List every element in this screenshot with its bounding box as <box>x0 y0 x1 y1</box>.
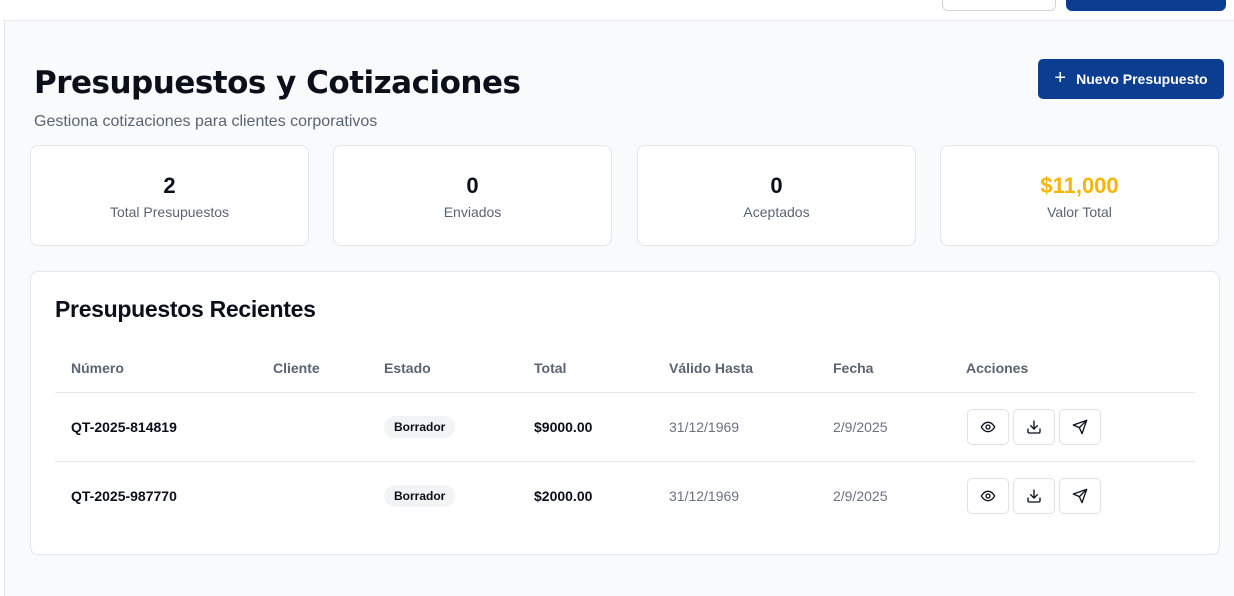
status-badge: Borrador <box>384 485 456 507</box>
view-quote-button[interactable] <box>967 478 1009 514</box>
column-header-cliente: Cliente <box>273 360 320 376</box>
stat-card-sent: 0 Enviados <box>333 145 612 246</box>
table-divider <box>55 461 1195 462</box>
download-icon <box>1027 489 1041 503</box>
view-quote-button[interactable] <box>967 409 1009 445</box>
stat-value: $11,000 <box>1040 173 1119 198</box>
column-header-fecha: Fecha <box>833 360 874 376</box>
eye-icon <box>980 421 996 433</box>
quote-total: $9000.00 <box>534 419 593 435</box>
quote-valid-until: 31/12/1969 <box>669 488 740 504</box>
panel-title: Presupuestos Recientes <box>55 296 316 322</box>
download-quote-button[interactable] <box>1013 478 1055 514</box>
send-icon <box>1072 419 1088 435</box>
column-header-total: Total <box>534 360 567 376</box>
recent-quotes-panel: Presupuestos Recientes Número Cliente Es… <box>30 271 1220 555</box>
stat-card-total-value: $11,000 Valor Total <box>940 145 1219 246</box>
stat-label: Enviados <box>443 204 502 220</box>
quote-valid-until: 31/12/1969 <box>669 419 740 435</box>
new-quote-button[interactable]: + Nuevo Presupuesto <box>1038 59 1224 99</box>
send-quote-button[interactable] <box>1059 478 1101 514</box>
column-header-estado: Estado <box>384 360 431 376</box>
topbar-primary-button[interactable] <box>1066 0 1226 11</box>
stat-card-total: 2 Total Presupuestos <box>30 145 309 246</box>
download-icon <box>1027 420 1041 434</box>
stat-label: Total Presupuestos <box>109 204 230 220</box>
stat-card-accepted: 0 Aceptados <box>637 145 916 246</box>
plus-icon: + <box>1054 67 1067 89</box>
eye-icon <box>980 490 996 502</box>
column-header-numero: Número <box>71 360 124 376</box>
quote-number[interactable]: QT-2025-987770 <box>71 488 177 504</box>
quote-date: 2/9/2025 <box>833 488 888 504</box>
topbar-secondary-button[interactable] <box>942 0 1056 11</box>
quote-date: 2/9/2025 <box>833 419 888 435</box>
quote-total: $2000.00 <box>534 488 593 504</box>
column-header-acciones: Acciones <box>966 360 1029 376</box>
stat-value: 0 <box>466 173 479 198</box>
main-content: Presupuestos y Cotizaciones Gestiona cot… <box>4 20 1234 596</box>
stat-label: Aceptados <box>743 204 810 220</box>
download-quote-button[interactable] <box>1013 409 1055 445</box>
stat-value: 2 <box>163 173 176 198</box>
send-icon <box>1072 488 1088 504</box>
page-subtitle: Gestiona cotizaciones para clientes corp… <box>34 113 378 130</box>
stat-value: 0 <box>770 173 783 198</box>
page-title: Presupuestos y Cotizaciones <box>34 65 521 101</box>
send-quote-button[interactable] <box>1059 409 1101 445</box>
table-divider <box>55 392 1195 393</box>
status-badge: Borrador <box>384 416 456 438</box>
quote-number[interactable]: QT-2025-814819 <box>71 419 177 435</box>
column-header-valido-hasta: Válido Hasta <box>669 360 754 376</box>
stat-label: Valor Total <box>1047 204 1112 220</box>
new-quote-button-label: Nuevo Presupuesto <box>1076 71 1208 87</box>
